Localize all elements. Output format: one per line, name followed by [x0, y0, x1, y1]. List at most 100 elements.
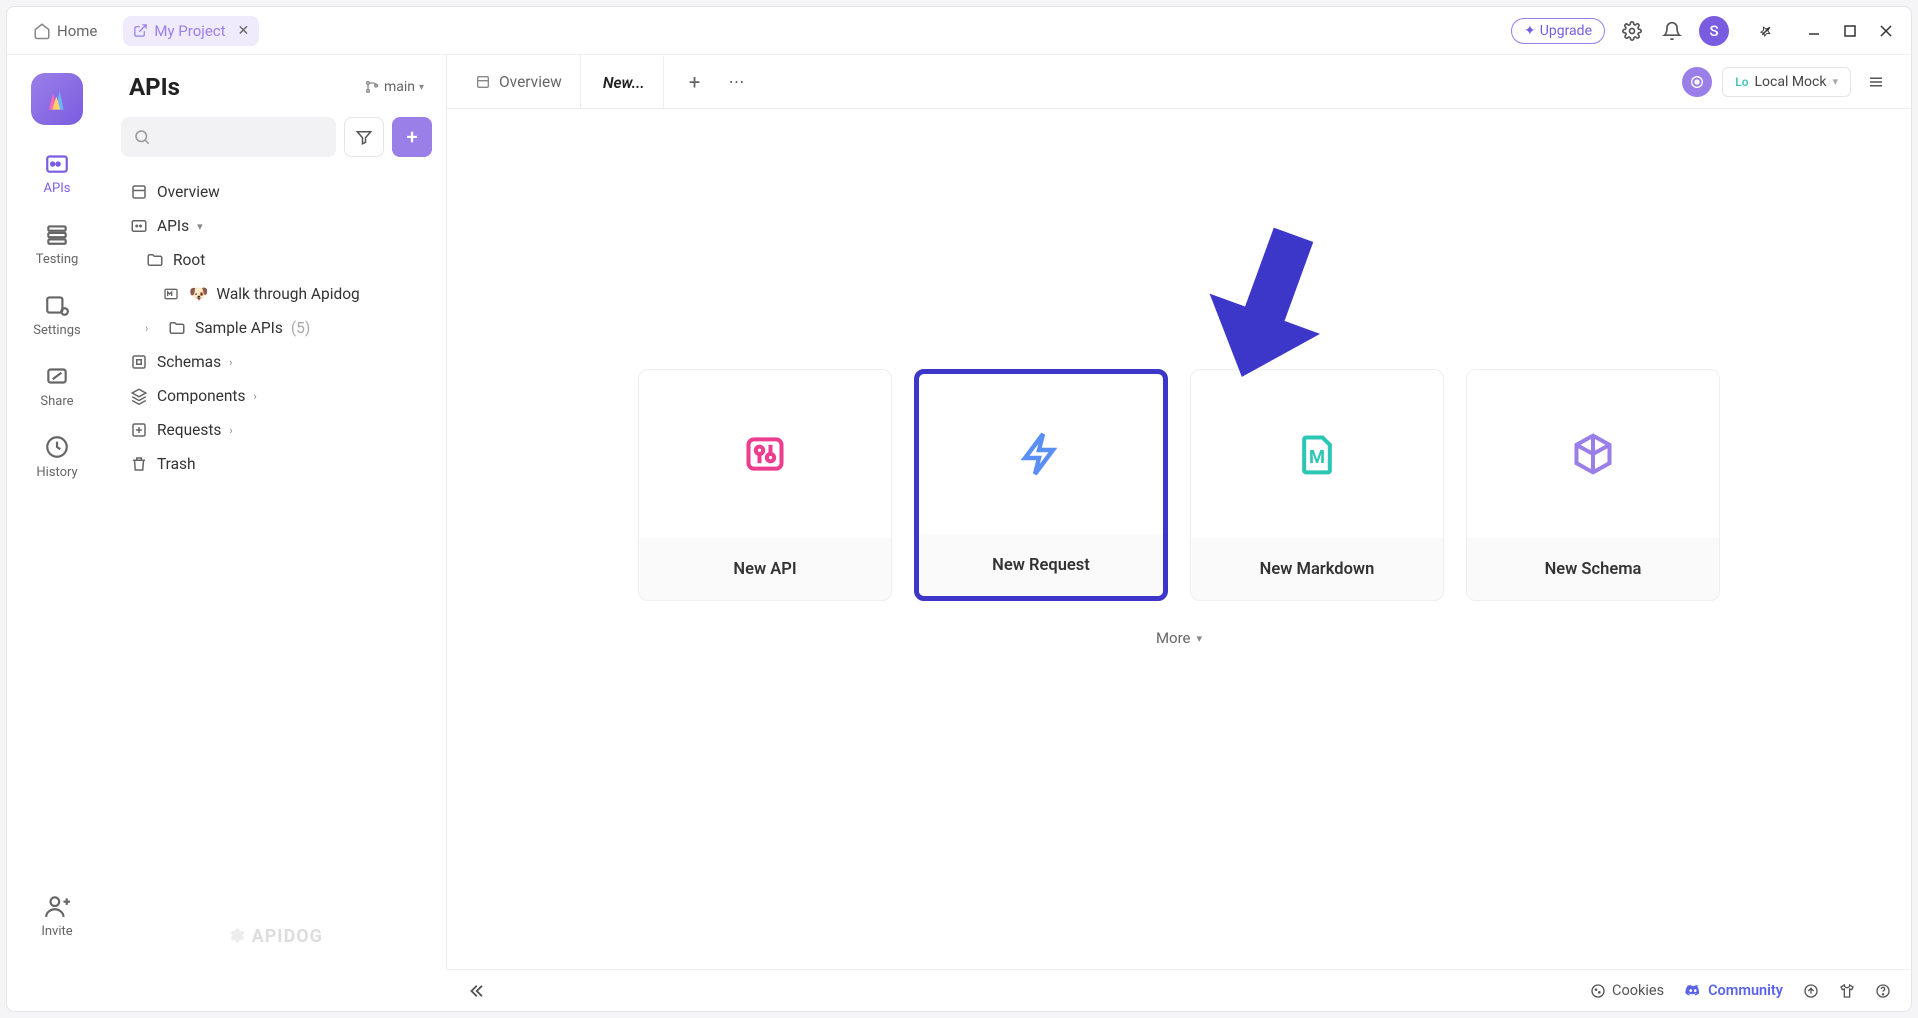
env-indicator[interactable] [1682, 67, 1712, 97]
chevron-right-icon: › [145, 322, 159, 335]
rail-item-label: Settings [33, 323, 80, 338]
bell-icon[interactable] [1659, 18, 1685, 44]
tree-sample-apis[interactable]: › Sample APIs (5) [117, 311, 436, 345]
pin-icon[interactable] [1753, 18, 1779, 44]
rail-invite[interactable]: Invite [41, 892, 72, 939]
annotation-arrow [1167, 189, 1377, 399]
rail-item-label: History [36, 465, 77, 480]
folder-icon [145, 251, 165, 269]
tree-apis[interactable]: APIs ▾ [117, 209, 436, 243]
tab-more-button[interactable]: ⋯ [718, 72, 756, 91]
sidebar-title: APIs [129, 73, 180, 101]
schemas-icon [129, 353, 149, 371]
tshirt-icon-button[interactable] [1839, 983, 1855, 999]
community-link[interactable]: Community [1684, 982, 1783, 1000]
close-icon[interactable]: ✕ [238, 23, 250, 39]
env-label: Local Mock [1754, 74, 1826, 90]
card-new-schema[interactable]: New Schema [1466, 369, 1720, 601]
tab-new[interactable]: New... [585, 55, 664, 108]
card-new-request[interactable]: New Request [914, 369, 1168, 601]
cookies-link[interactable]: Cookies [1590, 982, 1664, 999]
tree-item-label: Schemas [157, 353, 221, 371]
avatar-initial: S [1709, 22, 1718, 40]
rail-apis[interactable]: APIs [43, 149, 71, 196]
settings-icon [43, 291, 71, 319]
rail-item-label: Share [40, 394, 73, 409]
footer: Cookies Community [447, 969, 1911, 1011]
env-selector[interactable]: Lo Local Mock ▾ [1722, 67, 1851, 97]
rail-item-label: Invite [41, 924, 72, 939]
settings-gear-icon[interactable] [1619, 18, 1645, 44]
filter-button[interactable] [344, 117, 384, 157]
sidebar: APIs main ▾ + [107, 55, 447, 969]
card-label: New Markdown [1191, 538, 1443, 600]
rail-item-label: APIs [44, 181, 71, 196]
components-icon [129, 387, 149, 405]
home-link[interactable]: Home [23, 16, 107, 46]
tab-label: New... [603, 74, 645, 92]
upgrade-label: Upgrade [1540, 23, 1592, 39]
project-tab[interactable]: My Project ✕ [123, 16, 259, 46]
tree-components[interactable]: Components › [117, 379, 436, 413]
help-icon-button[interactable] [1875, 983, 1891, 999]
tree-item-label: Sample APIs [195, 319, 283, 337]
external-link-icon [133, 23, 148, 38]
tree-item-label: Trash [157, 455, 196, 473]
markdown-icon [161, 286, 181, 302]
apis-folder-icon [129, 217, 149, 235]
avatar[interactable]: S [1699, 16, 1729, 46]
sparkle-icon: ✦ [1524, 23, 1536, 39]
invite-icon [43, 892, 71, 920]
requests-icon [129, 421, 149, 439]
card-label: New Schema [1467, 538, 1719, 600]
rail-item-label: Testing [36, 252, 79, 267]
search-input[interactable] [121, 117, 336, 157]
chevron-down-icon: ▾ [1832, 75, 1838, 88]
history-icon [43, 433, 71, 461]
app-logo[interactable] [31, 73, 83, 125]
tab-overview[interactable]: Overview [457, 55, 581, 108]
chevron-down-icon: ▾ [1197, 632, 1203, 645]
card-label: New API [639, 538, 891, 600]
testing-icon [43, 220, 71, 248]
upgrade-button[interactable]: ✦ Upgrade [1511, 18, 1605, 44]
chevron-down-icon: ▾ [197, 220, 211, 233]
home-label: Home [57, 22, 97, 40]
chevron-right-icon: › [229, 356, 243, 369]
card-new-markdown[interactable]: M New Markdown [1190, 369, 1444, 601]
overview-icon [475, 74, 491, 90]
rail-settings[interactable]: Settings [33, 291, 80, 338]
window-close-button[interactable] [1877, 22, 1895, 40]
tree-walkthrough[interactable]: 🐶 Walk through Apidog [117, 277, 436, 311]
branch-icon [364, 79, 380, 95]
more-link[interactable]: More ▾ [1156, 629, 1202, 647]
sidebar-brand: ✽ APIDOG [107, 914, 446, 959]
rail-share[interactable]: Share [40, 362, 73, 409]
rail-testing[interactable]: Testing [36, 220, 79, 267]
apis-icon [43, 149, 71, 177]
add-button[interactable]: + [392, 117, 432, 157]
window-minimize-button[interactable] [1805, 22, 1823, 40]
api-icon [743, 432, 787, 476]
tree-item-label: Walk through Apidog [216, 285, 359, 303]
svg-text:M: M [1309, 447, 1325, 468]
community-label: Community [1708, 982, 1783, 999]
card-new-api[interactable]: New API [638, 369, 892, 601]
tree-trash[interactable]: Trash [117, 447, 436, 481]
lightning-icon [1017, 430, 1065, 478]
env-menu-button[interactable] [1861, 67, 1891, 97]
tree-requests[interactable]: Requests › [117, 413, 436, 447]
folder-icon [167, 319, 187, 337]
collapse-sidebar-button[interactable] [467, 982, 485, 1000]
branch-selector[interactable]: main ▾ [364, 79, 424, 95]
plus-icon: + [406, 125, 417, 149]
tree-overview[interactable]: Overview [117, 175, 436, 209]
tree-schemas[interactable]: Schemas › [117, 345, 436, 379]
cookies-label: Cookies [1612, 982, 1664, 999]
cookie-icon [1590, 983, 1606, 999]
tab-add-button[interactable]: + [676, 63, 714, 101]
window-maximize-button[interactable] [1841, 22, 1859, 40]
tree-root[interactable]: Root [117, 243, 436, 277]
rail-history[interactable]: History [36, 433, 77, 480]
upload-icon-button[interactable] [1803, 983, 1819, 999]
